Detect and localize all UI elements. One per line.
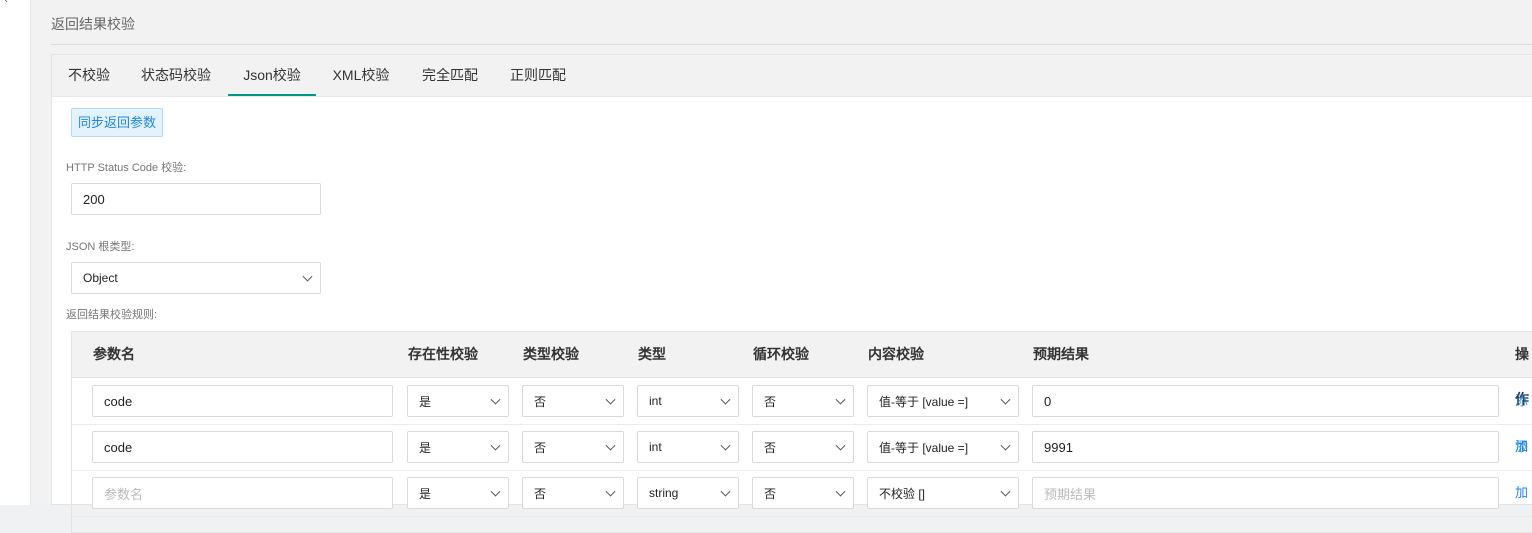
rules-table: 参数名 存在性校验 类型校验 类型 循环校验 内容校验 预期结果 操作 code… bbox=[71, 331, 1532, 533]
validation-card: 不校验 状态码校验 Json校验 XML校验 完全匹配 正则匹配 同步返回参数 … bbox=[51, 54, 1532, 533]
type-check-value: 否 bbox=[534, 440, 547, 455]
chevron-down-icon bbox=[490, 440, 501, 451]
json-root-value: Object bbox=[83, 271, 118, 285]
type-select[interactable]: string bbox=[637, 477, 739, 509]
type-check-value: 否 bbox=[534, 394, 547, 409]
section-title: 返回结果校验 bbox=[51, 16, 135, 32]
expected-input[interactable]: 0 bbox=[1032, 385, 1499, 417]
chevron-down-icon bbox=[605, 440, 616, 451]
sync-params-button[interactable]: 同步返回参数 bbox=[71, 108, 164, 137]
chevron-down-icon bbox=[835, 440, 846, 451]
type-check-select[interactable]: 否 bbox=[522, 431, 624, 463]
type-check-select[interactable]: 否 bbox=[522, 385, 624, 417]
loop-check-select[interactable]: 否 bbox=[752, 385, 854, 417]
chevron-down-icon bbox=[720, 394, 731, 405]
left-sidebar: ‹ bbox=[0, 0, 31, 505]
type-check-select[interactable]: 否 bbox=[522, 477, 624, 509]
chevron-down-icon bbox=[1000, 486, 1011, 497]
param-name-input[interactable]: 参数名 bbox=[92, 477, 393, 509]
table-row: code 是 否 int 否 值-等于 [value =] 0 添加 bbox=[72, 378, 1532, 454]
rules-label: 返回结果校验规则: bbox=[66, 309, 158, 321]
header-type: 类型 bbox=[638, 346, 666, 362]
loop-check-select[interactable]: 否 bbox=[752, 477, 854, 509]
tab-json[interactable]: Json校验 bbox=[228, 55, 316, 96]
type-check-value: 否 bbox=[534, 486, 547, 501]
header-expected: 预期结果 bbox=[1033, 346, 1089, 362]
tab-xml[interactable]: XML校验 bbox=[331, 55, 391, 96]
tab-regex-match[interactable]: 正则匹配 bbox=[509, 55, 567, 96]
chevron-down-icon bbox=[835, 486, 846, 497]
chevron-down-icon bbox=[720, 486, 731, 497]
type-select[interactable]: int bbox=[637, 385, 739, 417]
chevron-down-icon bbox=[605, 486, 616, 497]
expected-input[interactable]: 9991 bbox=[1032, 431, 1499, 463]
status-code-input[interactable]: 200 bbox=[71, 183, 321, 215]
loop-value: 否 bbox=[764, 440, 777, 455]
chevron-left-icon[interactable]: ‹ bbox=[4, 0, 8, 6]
exists-check-select[interactable]: 是 bbox=[407, 431, 509, 463]
content-value: 值-等于 [value =] bbox=[879, 394, 969, 409]
main-content: 返回结果校验 不校验 状态码校验 Json校验 XML校验 完全匹配 正则匹配 … bbox=[31, 0, 1532, 533]
status-code-label: HTTP Status Code 校验: bbox=[66, 162, 187, 174]
header-exists-check: 存在性校验 bbox=[408, 346, 478, 362]
tab-bar: 不校验 状态码校验 Json校验 XML校验 完全匹配 正则匹配 bbox=[52, 55, 1532, 97]
chevron-down-icon bbox=[835, 394, 846, 405]
param-name-input[interactable]: code bbox=[92, 431, 393, 463]
chevron-down-icon bbox=[302, 271, 313, 282]
tab-no-validation[interactable]: 不校验 bbox=[67, 55, 111, 96]
loop-check-select[interactable]: 否 bbox=[752, 431, 854, 463]
tab-full-match[interactable]: 完全匹配 bbox=[421, 55, 479, 96]
header-param-name: 参数名 bbox=[93, 346, 135, 362]
header-type-check: 类型校验 bbox=[523, 346, 579, 362]
chevron-down-icon bbox=[720, 440, 731, 451]
header-content-check: 内容校验 bbox=[868, 346, 924, 362]
type-value: int bbox=[649, 440, 662, 454]
chevron-down-icon bbox=[605, 394, 616, 405]
content-value: 不校验 [] bbox=[879, 486, 926, 501]
table-header: 参数名 存在性校验 类型校验 类型 循环校验 内容校验 预期结果 操作 bbox=[72, 332, 1532, 407]
chevron-down-icon bbox=[1000, 440, 1011, 451]
type-value: string bbox=[649, 486, 679, 500]
exists-value: 是 bbox=[419, 394, 432, 409]
exists-check-select[interactable]: 是 bbox=[407, 385, 509, 417]
exists-value: 是 bbox=[419, 486, 432, 501]
divider bbox=[51, 44, 1532, 45]
table-row: code 是 否 int 否 值-等于 [value =] 9991 添加 bbox=[72, 424, 1532, 500]
expected-input[interactable]: 预期结果 bbox=[1032, 477, 1499, 509]
content-check-select[interactable]: 值-等于 [value =] bbox=[867, 431, 1019, 463]
content-value: 值-等于 [value =] bbox=[879, 440, 969, 455]
tab-status-code[interactable]: 状态码校验 bbox=[140, 55, 212, 96]
table-row: 参数名 是 否 string 否 不校验 [] 预期结果 bbox=[72, 470, 1532, 517]
loop-value: 否 bbox=[764, 394, 777, 409]
chevron-down-icon bbox=[490, 486, 501, 497]
header-loop-check: 循环校验 bbox=[753, 346, 809, 362]
chevron-down-icon bbox=[1000, 394, 1011, 405]
loop-value: 否 bbox=[764, 486, 777, 501]
content-check-select[interactable]: 不校验 [] bbox=[867, 477, 1019, 509]
json-root-label: JSON 根类型: bbox=[66, 241, 135, 253]
content-check-select[interactable]: 值-等于 [value =] bbox=[867, 385, 1019, 417]
chevron-down-icon bbox=[490, 394, 501, 405]
type-value: int bbox=[649, 394, 662, 408]
exists-check-select[interactable]: 是 bbox=[407, 477, 509, 509]
type-select[interactable]: int bbox=[637, 431, 739, 463]
json-root-select[interactable]: Object bbox=[71, 262, 321, 294]
exists-value: 是 bbox=[419, 440, 432, 455]
param-name-input[interactable]: code bbox=[92, 385, 393, 417]
